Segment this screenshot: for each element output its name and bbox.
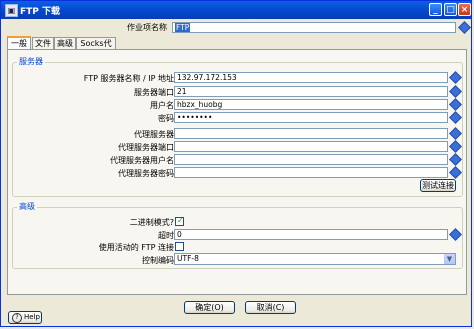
proxy-server-input[interactable] (174, 128, 448, 139)
ftp-download-dialog: ▣ FTP 下载 _ □ × 作业项名称 FTP 一般 文件 高级 Socks代… (0, 0, 472, 327)
server-group-title: 服务器 (17, 56, 45, 67)
control-encoding-label: 控制编码 (142, 256, 174, 265)
username-input[interactable]: hbzx_huobg (174, 99, 448, 110)
ok-button[interactable]: 确定(O) (184, 301, 235, 314)
close-button[interactable]: × (458, 3, 471, 16)
binary-mode-checkbox[interactable]: ✓ (175, 216, 184, 226)
server-port-label: 服务器端口 (134, 88, 174, 97)
control-encoding-select[interactable]: UTF-8 ▼ (174, 253, 456, 265)
timeout-input[interactable]: 0 (174, 229, 448, 240)
proxy-username-input[interactable] (174, 154, 448, 165)
proxy-username-label: 代理服务器用户名 (110, 156, 174, 165)
help-icon: ? (12, 313, 22, 323)
checkmark-icon: ✓ (177, 216, 184, 225)
test-connection-button[interactable]: 测试连接 (420, 179, 456, 192)
title-bar[interactable]: ▣ FTP 下载 _ □ × (1, 1, 471, 19)
password-input[interactable]: •••••••• (174, 112, 448, 123)
tab-socks-proxy[interactable]: Socks代理 (76, 37, 116, 60)
password-label: 密码 (158, 114, 174, 123)
active-ftp-checkbox[interactable] (175, 242, 184, 251)
chevron-down-icon[interactable]: ▼ (443, 254, 455, 264)
ftp-server-label: FTP 服务器名称 / IP 地址 (83, 74, 174, 83)
minimize-button[interactable]: _ (429, 3, 442, 16)
timeout-label: 超时 (158, 231, 174, 240)
app-icon: ▣ (5, 4, 18, 17)
advanced-group-title: 高级 (17, 201, 37, 212)
control-encoding-value: UTF-8 (177, 254, 199, 263)
server-port-input[interactable]: 21 (174, 86, 448, 97)
job-name-label: 作业项名称 (127, 23, 167, 32)
maximize-button[interactable]: □ (444, 3, 457, 16)
cancel-button[interactable]: 取消(C) (245, 301, 296, 314)
job-name-input[interactable]: FTP (172, 22, 456, 33)
proxy-port-label: 代理服务器端口 (118, 143, 174, 152)
tab-general[interactable]: 一般 (7, 36, 31, 50)
tab-files[interactable]: 文件 (32, 37, 54, 49)
proxy-port-input[interactable] (174, 141, 448, 152)
username-label: 用户名 (150, 101, 174, 110)
help-label: Help (24, 313, 40, 321)
variable-icon (458, 21, 471, 34)
proxy-password-input[interactable] (174, 167, 448, 178)
proxy-server-label: 代理服务器 (134, 130, 174, 139)
ftp-server-input[interactable]: 132.97.172.153 (174, 72, 448, 83)
proxy-password-label: 代理服务器密码 (118, 169, 174, 178)
binary-mode-label: 二进制模式? (129, 218, 174, 227)
tab-panel: 服务器 FTP 服务器名称 / IP 地址 132.97.172.153 服务器… (7, 49, 467, 295)
tab-advanced[interactable]: 高级 (54, 37, 76, 49)
active-ftp-label: 使用活动的 FTP 连接 (98, 243, 174, 252)
help-button[interactable]: ? Help (8, 311, 42, 324)
window-title: FTP 下载 (20, 7, 61, 17)
